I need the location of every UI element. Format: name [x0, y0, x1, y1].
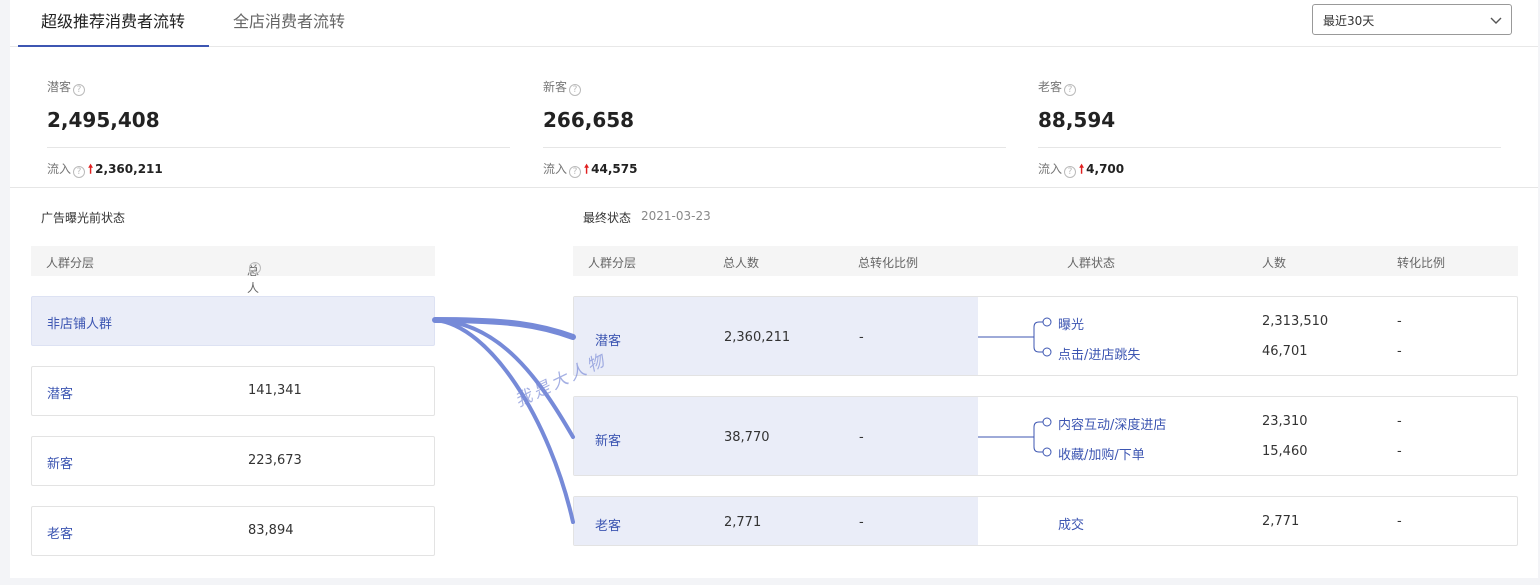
flow-to-old [433, 318, 575, 524]
flow-panel: 超级推荐消费者流转 全店消费者流转 最近30天 潜客? 2,495,408 流入… [10, 0, 1538, 578]
flow-curves [432, 317, 576, 524]
